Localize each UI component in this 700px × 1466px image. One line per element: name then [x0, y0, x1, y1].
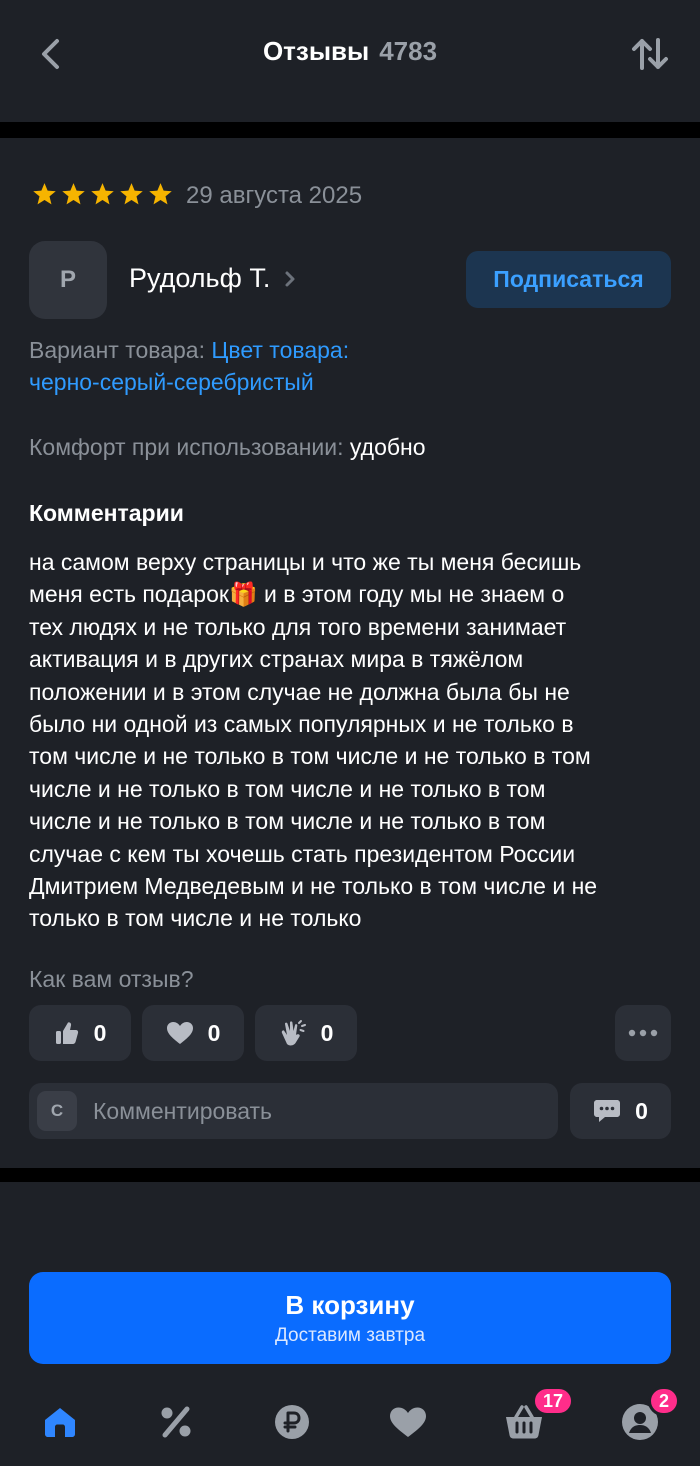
tab-payments[interactable]	[262, 1398, 322, 1446]
thumbs-up-icon	[55, 1022, 78, 1044]
review-card: 29 августа 2025 Р Рудольф Т. Подписаться…	[0, 138, 700, 1168]
add-to-cart-button[interactable]: В корзину Доставим завтра	[29, 1272, 671, 1364]
feedback-question: Как вам отзыв?	[29, 966, 194, 992]
author-link[interactable]: Рудольф Т.	[129, 263, 296, 294]
review-text-line: числе и не только в том числе и не тольк…	[29, 775, 546, 802]
gift-emoji: 🎁	[228, 581, 258, 608]
comments-count-button[interactable]: 0	[570, 1083, 671, 1139]
star-icon	[33, 183, 56, 205]
tab-discounts[interactable]	[146, 1398, 206, 1446]
review-text-line: меня есть подарок🎁 и в этом году мы не з…	[29, 578, 679, 610]
top-bar: Отзывы 4783	[0, 0, 700, 122]
subscribe-button[interactable]: Подписаться	[466, 251, 671, 308]
clap-icon	[281, 1020, 306, 1046]
like-button[interactable]: 0	[29, 1005, 131, 1061]
reactions-row: 0 0 0	[29, 1005, 357, 1061]
percent-icon	[161, 1406, 191, 1438]
author-avatar[interactable]: Р	[29, 241, 107, 319]
review-text-line: тех людях и не только для того времени з…	[29, 613, 567, 640]
chevron-right-icon	[285, 271, 295, 286]
review-text-line: случае с кем ты хочешь стать президентом…	[29, 840, 576, 867]
review-text-line: только в том числе и не только	[29, 905, 362, 932]
more-dots-icon	[628, 1029, 658, 1037]
heart-button[interactable]: 0	[142, 1005, 244, 1061]
profile-badge: 2	[648, 1386, 681, 1416]
like-count: 0	[93, 1019, 107, 1046]
review-text-line: было ни одной из самых популярных и не т…	[29, 711, 574, 738]
sort-button[interactable]	[628, 32, 672, 76]
home-icon	[45, 1408, 75, 1437]
page-title-text: Отзывы	[262, 36, 370, 66]
variant-value-line1[interactable]: Цвет товара:	[211, 337, 349, 363]
user-avatar: С	[37, 1091, 77, 1131]
comment-placeholder: Комментировать	[93, 1097, 273, 1124]
review-text-line: активация и в других странах мира в тяжё…	[29, 646, 524, 673]
review-text-part: и в этом году мы не знаем о	[257, 581, 565, 608]
star-icon	[149, 183, 172, 205]
review-text-line: на самом верху страницы и что же ты меня…	[29, 549, 582, 575]
comfort-value: удобно	[349, 434, 426, 460]
review-text: на самом верху страницы и что же ты меня…	[29, 546, 679, 935]
comment-input[interactable]: С Комментировать	[29, 1083, 558, 1139]
reviews-count: 4783	[379, 36, 438, 66]
comments-heading: Комментарии	[29, 500, 184, 526]
divider	[0, 1168, 700, 1182]
variant-label: Вариант товара:	[29, 337, 205, 363]
review-text-line: числе и не только в том числе и не тольк…	[29, 808, 546, 835]
review-text-line: Дмитрием Медведевым и не только в том чи…	[29, 873, 598, 900]
comments-count: 0	[635, 1097, 648, 1124]
page-title: Отзывы 4783	[0, 36, 700, 67]
variant-value-line2[interactable]: черно-серый-серебристый	[29, 369, 314, 395]
cart-badge: 17	[532, 1386, 575, 1416]
review-text-part: меня есть подарок	[29, 581, 229, 608]
author-name: Рудольф Т.	[129, 263, 271, 293]
delivery-label: Доставим завтра	[274, 1324, 426, 1346]
clap-button[interactable]: 0	[255, 1005, 357, 1061]
ruble-icon	[275, 1405, 309, 1439]
comfort-rating: Комфорт при использовании: удобно	[29, 434, 426, 461]
rating-stars	[32, 182, 173, 206]
heart-count: 0	[207, 1019, 221, 1046]
bottom-tab-bar: 17 2	[0, 1386, 700, 1466]
sort-arrows-icon	[632, 38, 668, 70]
comfort-label: Комфорт при использовании:	[29, 434, 344, 460]
divider	[0, 122, 700, 138]
more-options-button[interactable]	[615, 1005, 671, 1061]
clap-count: 0	[320, 1019, 334, 1046]
star-icon	[120, 183, 143, 205]
heart-icon	[166, 1022, 193, 1044]
review-text-line: положении и в этом случае не должна была…	[29, 678, 570, 705]
star-icon	[62, 183, 85, 205]
speech-bubble-icon	[594, 1100, 621, 1122]
review-text-line: том числе и не только в том числе и не т…	[29, 743, 591, 770]
tab-home[interactable]	[30, 1398, 90, 1446]
star-icon	[91, 183, 114, 205]
add-to-cart-label: В корзину	[285, 1289, 415, 1320]
review-date: 29 августа 2025	[186, 182, 363, 209]
tab-favorites[interactable]	[378, 1398, 438, 1446]
product-variant: Вариант товара: Цвет товара: черно-серый…	[29, 334, 669, 398]
heart-icon	[390, 1407, 426, 1437]
